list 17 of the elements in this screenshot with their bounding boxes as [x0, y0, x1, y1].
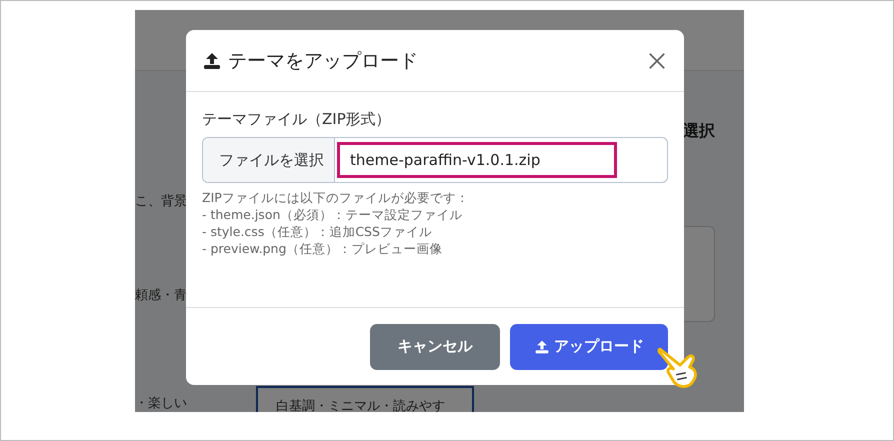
file-input[interactable]: ファイルを選択 theme-paraffin-v1.0.1.zip [202, 137, 668, 183]
help-text: ZIPファイルには以下のファイルが必要です： [202, 189, 470, 206]
cancel-button[interactable]: キャンセル [370, 324, 500, 370]
section-heading: 選択 [683, 121, 715, 142]
help-text: - theme.json（必須）：テーマ設定ファイル [202, 206, 464, 223]
choose-file-button[interactable]: ファイルを選択 [203, 138, 335, 182]
help-text: - style.css（任意）：追加CSSファイル [202, 223, 433, 240]
card-text: こ、背景 [135, 193, 187, 210]
upload-button[interactable]: アップロード [510, 324, 668, 370]
upload-icon [534, 338, 550, 354]
help-text: - preview.png（任意）：プレビュー画像 [202, 240, 444, 257]
card-text: 頼感・青 [135, 287, 187, 304]
card-text: ・楽しい [135, 395, 187, 412]
upload-icon [202, 50, 222, 70]
dialog-title: テーマをアップロード [228, 48, 418, 74]
field-label: テーマファイル（ZIP形式） [202, 110, 392, 129]
file-name: theme-paraffin-v1.0.1.zip [337, 142, 617, 178]
